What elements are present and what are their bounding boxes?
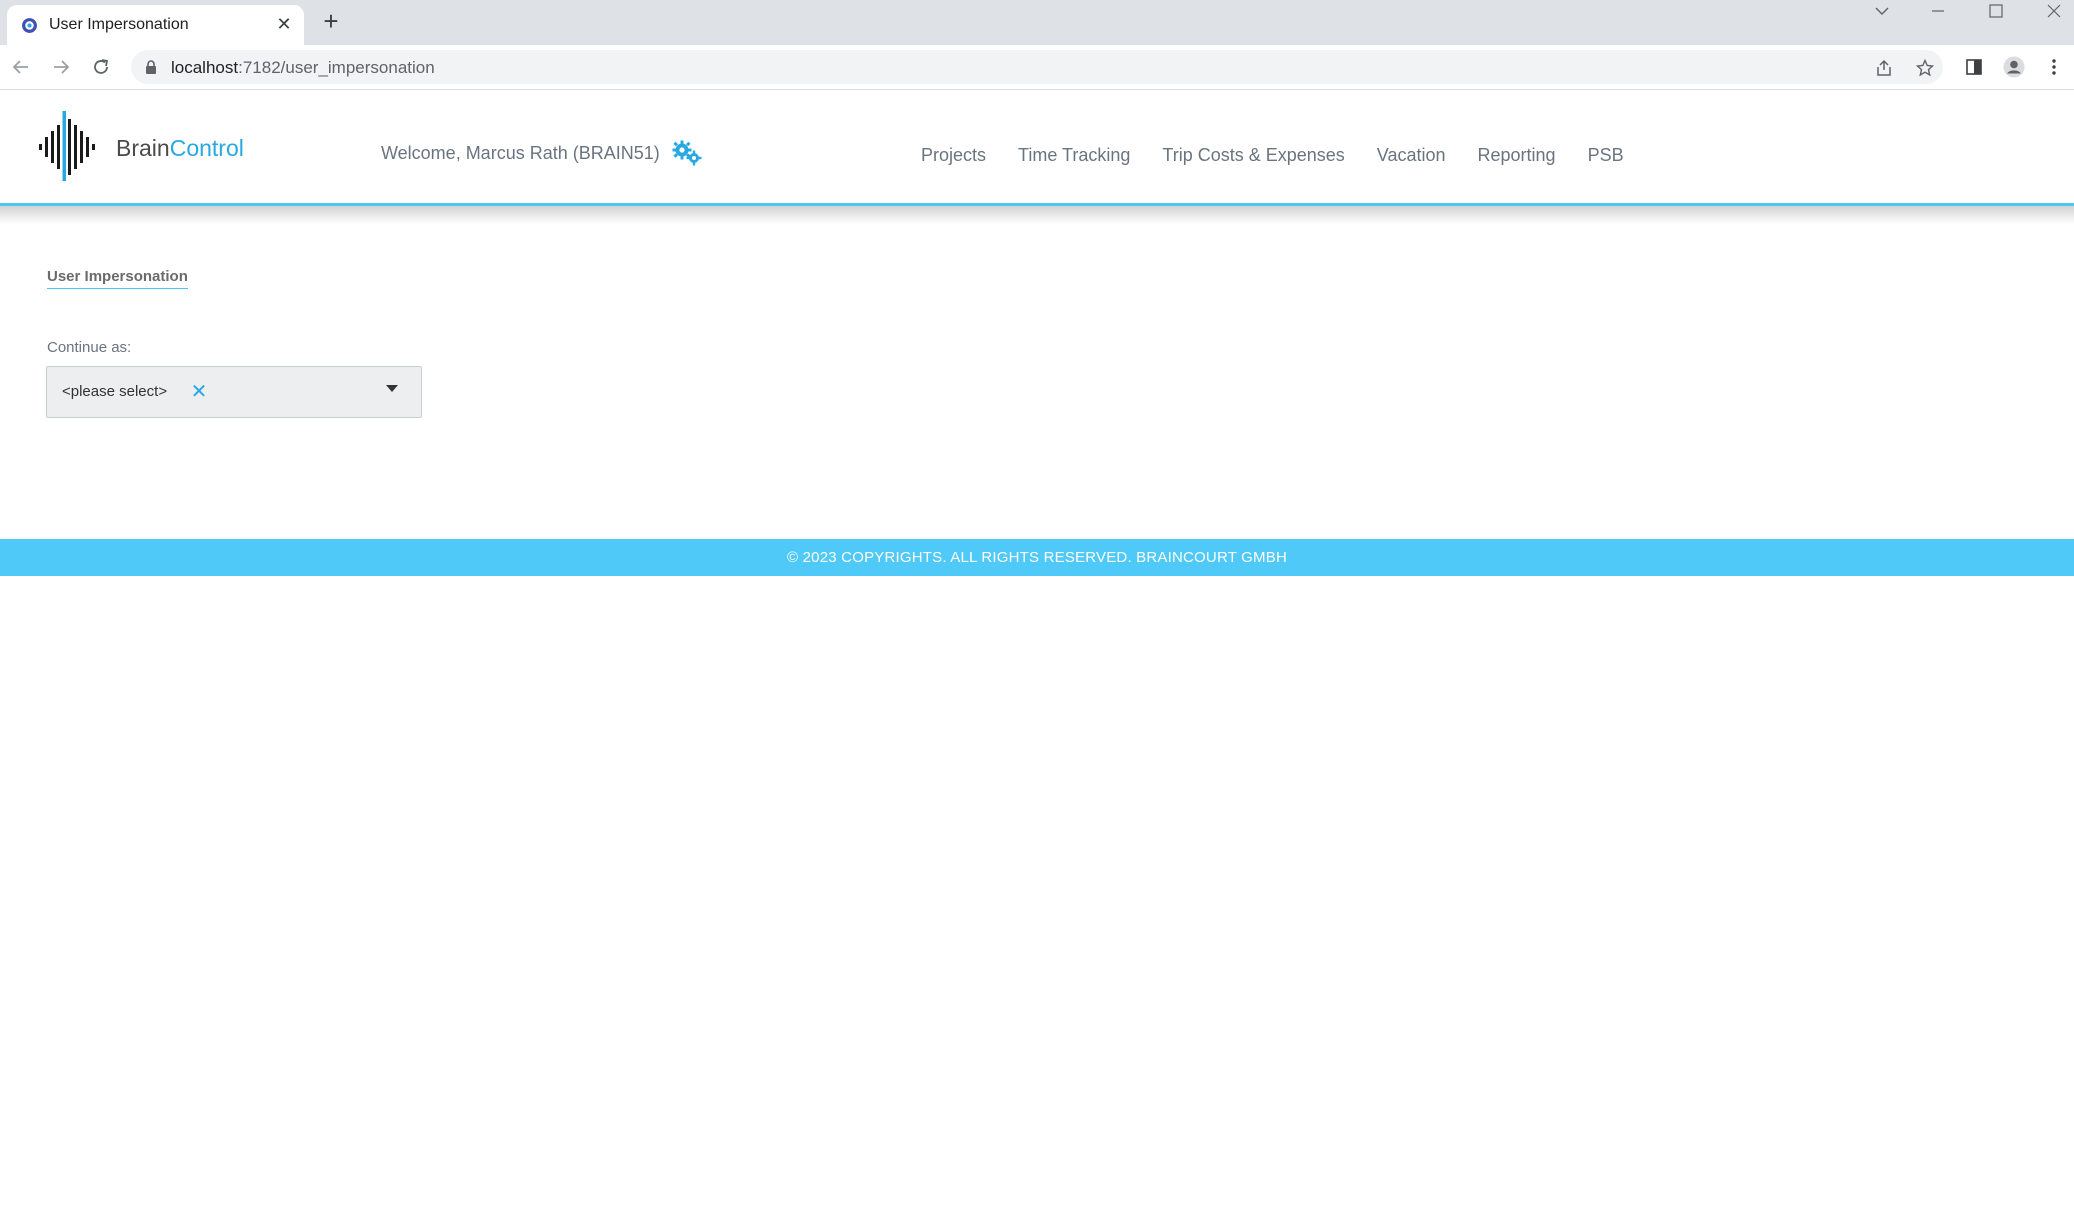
nav-trip-costs-expenses[interactable]: Trip Costs & Expenses [1162,145,1344,166]
address-bar[interactable]: localhost:7182/user_impersonation [131,50,1943,84]
main-nav: Projects Time Tracking Trip Costs & Expe… [921,145,1624,166]
share-icon[interactable] [1873,57,1895,79]
reload-icon[interactable] [88,54,114,80]
tab-title: User Impersonation [49,16,189,33]
tab-search-icon[interactable] [1862,0,1902,22]
back-icon[interactable] [8,54,34,80]
select-value: <please select> [62,383,168,400]
page-title: User Impersonation [47,268,188,289]
browser-tab-bar: User Impersonation ✕ + [0,0,2074,45]
plus-icon[interactable]: + [318,8,344,34]
continue-as-label: Continue as: [47,339,132,356]
header-shadow [0,206,2074,224]
url-text: localhost:7182/user_impersonation [171,58,435,77]
gears-icon[interactable] [670,139,704,167]
star-icon[interactable] [1914,57,1936,79]
continue-as-select[interactable]: <please select> ✕ [46,366,422,418]
window-close-icon[interactable] [2034,0,2074,22]
welcome-text: Welcome, Marcus Rath (BRAIN51) [381,143,660,163]
app-header: BrainControl Welcome, Marcus Rath (BRAIN… [0,91,2074,203]
nav-projects[interactable]: Projects [921,145,986,166]
forward-icon[interactable] [48,54,74,80]
nav-reporting[interactable]: Reporting [1478,145,1556,166]
browser-toolbar: localhost:7182/user_impersonation [0,45,2074,90]
profile-icon[interactable] [2002,55,2026,79]
browser-tab[interactable]: User Impersonation ✕ [7,5,304,45]
braincontrol-logo-icon[interactable] [37,111,97,181]
favicon-icon [22,18,37,33]
nav-psb[interactable]: PSB [1588,145,1624,166]
logo-wordmark[interactable]: BrainControl [116,135,244,162]
dropdown-arrow-icon[interactable] [386,385,398,392]
footer: © 2023 COPYRIGHTS. ALL RIGHTS RESERVED. … [0,539,2074,576]
minimize-icon[interactable] [1918,0,1958,22]
nav-vacation[interactable]: Vacation [1377,145,1446,166]
close-icon[interactable]: ✕ [274,14,294,34]
nav-time-tracking[interactable]: Time Tracking [1018,145,1130,166]
copyright-text: © 2023 COPYRIGHTS. ALL RIGHTS RESERVED. … [787,549,1287,566]
sidepanel-icon[interactable] [1962,55,1986,79]
maximize-icon[interactable] [1976,0,2016,22]
lock-icon [146,60,156,74]
menu-icon[interactable] [2042,55,2066,79]
clear-icon[interactable]: ✕ [187,379,211,403]
